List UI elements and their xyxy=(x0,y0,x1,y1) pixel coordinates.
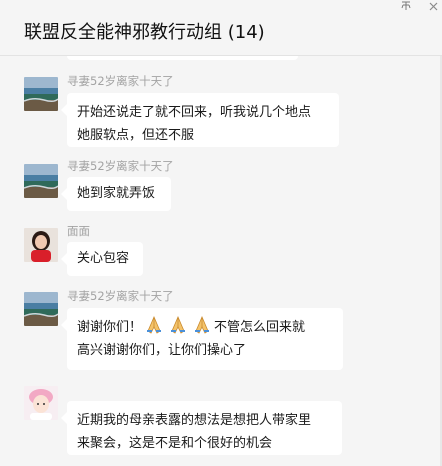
message-text: 近期我的母亲表露的想法是想把人带家里 xyxy=(77,413,312,428)
landscape-avatar[interactable] xyxy=(24,164,58,198)
message-bubble[interactable]: 开始还说走了就不回来，听我说几个地点 她服软点，但还不服 xyxy=(61,93,339,147)
message-bubble[interactable]: 近期我的母亲表露的想法是想把人带家里 来聚会，这是不是和个很好的机会 xyxy=(61,401,342,455)
message-line: 谢谢你们！ 不管怎么回来就 xyxy=(77,315,333,339)
message-list[interactable]: 寻妻52岁离家十天了 开始还说走了就不回来，听我说几个地点 她服软点，但还不服 … xyxy=(0,56,442,466)
woman-red-avatar[interactable] xyxy=(24,228,58,262)
sender-name: 寻妻52岁离家十天了 xyxy=(67,159,174,173)
message-text: 不管怎么回来就 xyxy=(214,320,306,335)
pink-hair-avatar[interactable] xyxy=(24,386,58,420)
message-bubble[interactable]: 关心包容 xyxy=(61,242,143,276)
sender-name: 寻妻52岁离家十天了 xyxy=(67,74,174,88)
landscape-avatar[interactable] xyxy=(24,292,58,326)
folded-hands-icon xyxy=(147,315,162,334)
previous-message-bubble xyxy=(67,56,298,60)
message-text: 高兴谢谢你们，让你们操心了 xyxy=(77,343,247,358)
close-icon[interactable] xyxy=(429,2,438,11)
message-text: 来聚会，这是不是和个很好的机会 xyxy=(77,436,273,451)
message-text: 关心包容 xyxy=(77,251,130,266)
folded-hands-icon xyxy=(171,315,186,334)
message-text: 她服软点，但还不服 xyxy=(77,128,195,143)
chat-title: 联盟反全能神邪教行动组 (14) xyxy=(24,22,265,43)
message-bubble[interactable]: 她到家就弄饭 xyxy=(61,177,171,211)
message-text: 开始还说走了就不回来，听我说几个地点 xyxy=(77,105,312,120)
message-text: 她到家就弄饭 xyxy=(77,186,156,201)
message-bubble[interactable]: 谢谢你们！ 不管怎么回来就 高兴谢谢你们，让你们操心了 xyxy=(61,308,343,370)
message-text: 谢谢你们！ xyxy=(77,320,143,335)
sender-name: 寻妻52岁离家十天了 xyxy=(67,289,174,303)
chat-header: 联盟反全能神邪教行动组 (14) xyxy=(0,0,442,56)
folded-hands-icon xyxy=(195,315,210,334)
landscape-avatar[interactable] xyxy=(24,77,58,111)
sender-name: 面面 xyxy=(67,224,90,238)
pin-icon[interactable] xyxy=(400,1,412,11)
